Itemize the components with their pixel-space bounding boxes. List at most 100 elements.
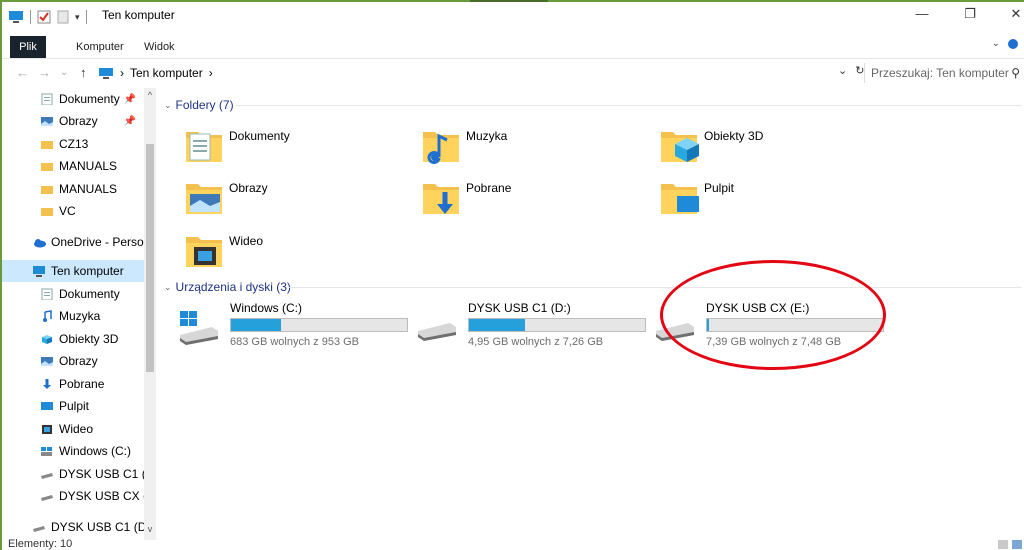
drive-item[interactable]: DYSK USB C1 (D:) 4,95 GB wolnych z 7,26 G… xyxy=(416,301,656,353)
videos-folder-icon xyxy=(186,237,222,267)
folder-item[interactable]: Pobrane xyxy=(421,176,651,220)
this-pc-icon[interactable] xyxy=(8,10,24,24)
minimize-button[interactable]: — xyxy=(912,6,932,21)
content-pane: ⌄ Foldery (7) ⌄ Urządzenia i dyski (3) D… xyxy=(160,88,1024,540)
sidebar-item[interactable]: Windows (C:) xyxy=(2,440,144,462)
sidebar-item-label: DYSK USB C1 (D:) xyxy=(51,520,144,534)
scroll-up-icon[interactable]: ^ xyxy=(144,90,156,100)
breadcrumb-location[interactable]: Ten komputer xyxy=(130,66,203,80)
sidebar-item-label: Obiekty 3D xyxy=(59,332,119,346)
navigation-scrollbar[interactable]: ^ v xyxy=(144,88,156,540)
sidebar-item[interactable]: MANUALS xyxy=(2,155,144,177)
forward-button[interactable]: → xyxy=(38,65,51,80)
folder-icon xyxy=(41,186,53,194)
sidebar-item[interactable]: Obrazy xyxy=(2,350,144,372)
windows-drive-icon xyxy=(180,311,218,345)
folder-item[interactable]: Pulpit xyxy=(659,176,889,220)
folder-icon xyxy=(41,208,53,216)
search-input[interactable]: Przeszukaj: Ten komputer ⚲ xyxy=(864,63,1024,83)
sidebar-item[interactable]: DYSK USB C1 (D: xyxy=(2,463,144,485)
sidebar-item[interactable]: DYSK USB CX (E: xyxy=(2,485,144,507)
capacity-bar-fill xyxy=(469,319,525,331)
quick-access-toolbar: ▾ xyxy=(8,8,87,26)
folders-group-header[interactable]: ⌄ Foldery (7) xyxy=(164,97,234,113)
up-button[interactable]: ↑ xyxy=(80,65,87,80)
sidebar-item[interactable]: CZ13 xyxy=(2,133,144,155)
folder-icon xyxy=(41,141,53,149)
drives-group-header[interactable]: ⌄ Urządzenia i dyski (3) xyxy=(164,279,291,295)
drives-group-title: Urządzenia i dyski (3) xyxy=(175,280,291,294)
documents-folder-icon xyxy=(186,132,222,162)
expand-ribbon-icon[interactable]: ⌄ xyxy=(992,38,1000,49)
desktop-icon xyxy=(41,402,53,410)
scrollbar-thumb[interactable] xyxy=(146,144,154,372)
sidebar-item[interactable]: DYSK USB C1 (D:) xyxy=(2,516,144,538)
close-button[interactable]: ✕ xyxy=(1006,6,1024,22)
objects-3d-folder-icon xyxy=(661,132,699,162)
this-pc-icon xyxy=(33,266,45,277)
sidebar-item[interactable]: OneDrive - Person xyxy=(2,231,144,253)
sidebar-item[interactable]: Pulpit xyxy=(2,395,144,417)
highlight-annotation xyxy=(660,260,886,370)
folder-item[interactable]: Obrazy xyxy=(184,176,414,220)
downloads-icon xyxy=(43,379,51,389)
navigation-pane[interactable]: ^ v Dokumenty 📌 Obrazy 📌 CZ13 MANUALS MANUALS V… xyxy=(2,88,156,540)
ribbon-right: ⌄ xyxy=(992,38,1018,49)
search-placeholder: Przeszukaj: Ten komputer xyxy=(871,66,1009,80)
breadcrumb-separator[interactable]: › xyxy=(209,66,213,80)
group-divider xyxy=(288,287,1022,288)
address-dropdown-icon[interactable]: ⌄ xyxy=(838,64,847,77)
tab-file[interactable]: Plik xyxy=(10,36,46,58)
folder-item[interactable]: Obiekty 3D xyxy=(659,124,889,168)
sidebar-item[interactable]: VC xyxy=(2,200,144,222)
folder-label: Pulpit xyxy=(704,181,735,195)
recent-locations-button[interactable]: ⌄ xyxy=(60,67,68,78)
sidebar-item[interactable]: Muzyka xyxy=(2,305,144,327)
drive-icon xyxy=(418,323,456,341)
back-button[interactable]: ← xyxy=(16,65,29,80)
sidebar-item-label: Windows (C:) xyxy=(59,444,132,458)
sidebar-item[interactable]: MANUALS xyxy=(2,178,144,200)
desktop-folder-icon xyxy=(661,184,699,214)
breadcrumb[interactable]: › Ten komputer › xyxy=(98,63,838,83)
sidebar-item[interactable]: Dokumenty 📌 xyxy=(2,88,144,110)
address-actions: ⌄ ↻ xyxy=(838,64,864,77)
folder-item[interactable]: Dokumenty xyxy=(184,124,414,168)
sidebar-item[interactable]: Obrazy 📌 xyxy=(2,110,144,132)
new-folder-icon[interactable] xyxy=(57,10,69,24)
tab-view[interactable]: Widok xyxy=(132,36,187,58)
scroll-down-icon[interactable]: v xyxy=(144,524,156,534)
sidebar-item[interactable]: Wideo xyxy=(2,418,144,440)
details-view-icon[interactable] xyxy=(998,540,1008,549)
drive-icon xyxy=(41,495,53,501)
maximize-button[interactable]: ❐ xyxy=(960,6,980,22)
sidebar-item[interactable]: Obiekty 3D xyxy=(2,328,144,350)
sidebar-item-label: Obrazy xyxy=(59,114,98,128)
drive-free-space: 4,95 GB wolnych z 7,26 GB xyxy=(468,336,604,348)
sidebar-item[interactable]: Ten komputer xyxy=(2,260,144,282)
properties-icon[interactable] xyxy=(37,10,51,24)
sidebar-item-label: CZ13 xyxy=(59,137,89,151)
folder-item[interactable]: Wideo xyxy=(184,229,414,273)
pictures-icon xyxy=(41,357,53,366)
customize-qat-icon[interactable]: ▾ xyxy=(75,12,80,23)
sidebar-item[interactable]: Dokumenty xyxy=(2,283,144,305)
pin-icon[interactable]: 📌 xyxy=(124,94,136,105)
sidebar-item-label: MANUALS xyxy=(59,159,118,173)
folders-group-title: Foldery (7) xyxy=(175,98,234,112)
drive-label: Windows (C:) xyxy=(230,301,303,315)
drive-free-space: 683 GB wolnych z 953 GB xyxy=(230,336,360,348)
address-bar: ← → ⌄ ↑ › Ten komputer › ⌄ ↻ Przeszukaj:… xyxy=(2,60,1024,86)
folder-item[interactable]: Muzyka xyxy=(421,124,651,168)
sidebar-item-label: Wideo xyxy=(59,422,94,436)
tab-computer[interactable]: Komputer xyxy=(64,36,136,58)
sidebar-item-label: VC xyxy=(59,204,76,218)
help-icon[interactable] xyxy=(1008,38,1018,49)
drive-item[interactable]: Windows (C:) 683 GB wolnych z 953 GB xyxy=(178,301,418,353)
breadcrumb-separator[interactable]: › xyxy=(120,66,124,80)
large-icons-view-icon[interactable] xyxy=(1012,540,1022,549)
windows-drive-icon xyxy=(41,447,52,456)
sidebar-item[interactable]: Pobrane xyxy=(2,373,144,395)
pin-icon[interactable]: 📌 xyxy=(124,116,136,127)
status-bar: Elementy: 10 xyxy=(2,538,1024,550)
